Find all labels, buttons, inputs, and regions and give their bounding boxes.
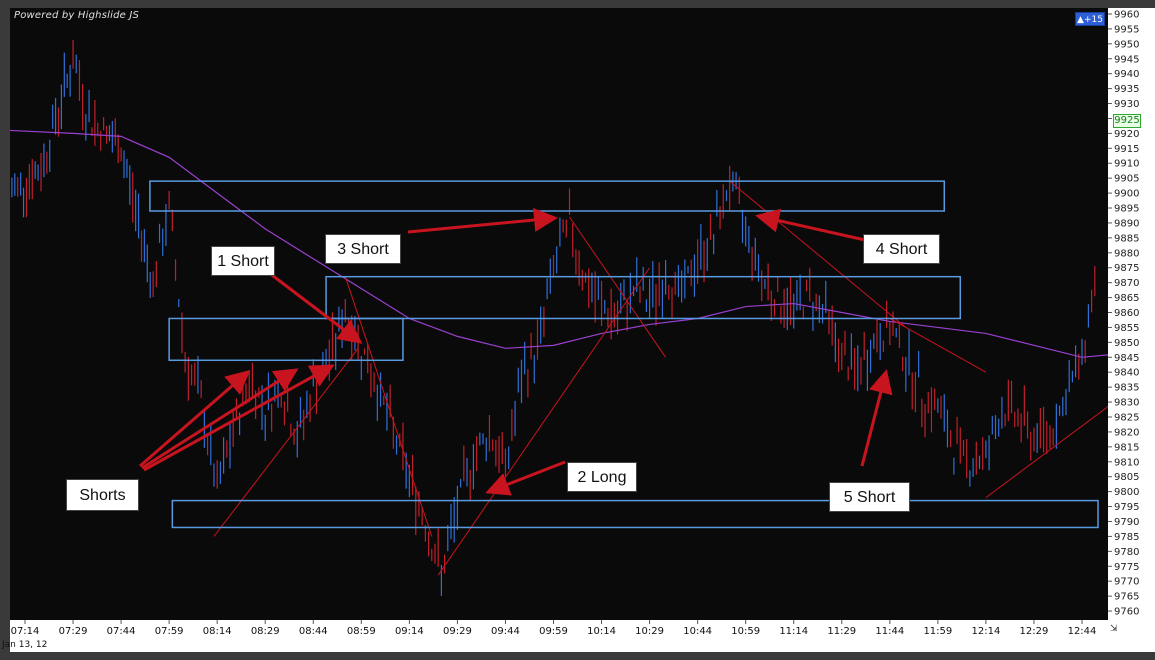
x-tick-label: 11:29 bbox=[827, 626, 856, 637]
y-tick-label: 9860 bbox=[1114, 308, 1139, 319]
annotation-arrow bbox=[860, 369, 893, 467]
x-tick-label: 10:44 bbox=[683, 626, 712, 637]
x-tick-label: 08:14 bbox=[203, 626, 232, 637]
zone-box bbox=[171, 499, 1099, 529]
moving-average-line bbox=[8, 129, 1115, 358]
y-tick-label: 9800 bbox=[1114, 487, 1139, 498]
annotation-arrow bbox=[755, 208, 866, 242]
y-axis-ticks: 9760 9765 9770 9775 9780 9785 9790 9795 9800 9805… bbox=[1108, 9, 1139, 618]
y-tick-label: 9910 bbox=[1114, 159, 1139, 170]
x-tick-label: 07:29 bbox=[59, 626, 88, 637]
y-tick-label: 9815 bbox=[1114, 442, 1139, 453]
x-tick-label: 07:14 bbox=[11, 626, 40, 637]
x-tick-label: 10:14 bbox=[587, 626, 616, 637]
annotation-arrow bbox=[141, 368, 299, 470]
y-tick-label: 9905 bbox=[1114, 174, 1139, 185]
y-tick-label: 9775 bbox=[1114, 562, 1139, 573]
y-tick-label: 9895 bbox=[1114, 204, 1139, 215]
plot-area[interactable] bbox=[8, 8, 1115, 620]
y-axis: 9760 9765 9770 9775 9780 9785 9790 9795 9800 9805… bbox=[1108, 8, 1155, 620]
x-tick-label: 07:44 bbox=[107, 626, 136, 637]
x-tick-label: 07:59 bbox=[155, 626, 184, 637]
y-tick-label: 9780 bbox=[1114, 547, 1139, 558]
up-arrow-icon: ▲ bbox=[1077, 15, 1084, 25]
x-axis: 07:14 07:29 07:44 07:59 08:14 08:29 08:44 08:59… bbox=[10, 620, 1108, 652]
last-price-badge: 9925 bbox=[1113, 114, 1141, 128]
y-tick-label: 9935 bbox=[1114, 84, 1139, 95]
trendline bbox=[344, 276, 433, 537]
trendline bbox=[569, 216, 667, 358]
x-tick-label: 11:44 bbox=[875, 626, 904, 637]
y-tick-label: 9820 bbox=[1114, 427, 1139, 438]
y-tick-label: 9945 bbox=[1114, 54, 1139, 65]
x-tick-label: 11:14 bbox=[779, 626, 808, 637]
x-tick-label: 10:59 bbox=[731, 626, 760, 637]
annotation-shorts: Shorts bbox=[66, 479, 139, 511]
price-chart[interactable] bbox=[8, 8, 1115, 620]
y-tick-label: 9785 bbox=[1114, 532, 1139, 543]
x-tick-label: 08:29 bbox=[251, 626, 280, 637]
y-tick-label: 9885 bbox=[1114, 233, 1139, 244]
x-tick-label: 08:44 bbox=[299, 626, 328, 637]
annotation-1-short: 1 Short bbox=[211, 246, 275, 276]
y-tick-label: 9845 bbox=[1114, 353, 1139, 364]
y-tick-label: 9760 bbox=[1114, 607, 1139, 618]
x-tick-label: 09:59 bbox=[539, 626, 568, 637]
y-tick-label: 9850 bbox=[1114, 338, 1139, 349]
x-tick-label: 12:44 bbox=[1068, 626, 1097, 637]
scroll-button-label: +15 bbox=[1083, 15, 1103, 25]
y-tick-label: 9795 bbox=[1114, 502, 1139, 513]
y-tick-label: 9950 bbox=[1114, 39, 1139, 50]
y-tick-label: 9900 bbox=[1114, 189, 1139, 200]
y-tick-label: 9830 bbox=[1114, 398, 1139, 409]
y-tick-label: 9875 bbox=[1114, 263, 1139, 274]
annotation-arrow bbox=[139, 370, 251, 468]
y-tick-label: 9805 bbox=[1114, 472, 1139, 483]
y-tick-label: 9915 bbox=[1114, 144, 1139, 155]
y-tick-label: 9825 bbox=[1114, 412, 1139, 423]
y-tick-label: 9880 bbox=[1114, 248, 1139, 259]
annotation-arrow bbox=[407, 208, 558, 234]
y-tick-label: 9765 bbox=[1114, 592, 1139, 603]
x-tick-label: 10:29 bbox=[635, 626, 664, 637]
x-tick-label: 09:29 bbox=[443, 626, 472, 637]
x-tick-label: 12:29 bbox=[1020, 626, 1049, 637]
x-tick-label: 09:14 bbox=[395, 626, 424, 637]
y-tick-label: 9810 bbox=[1114, 457, 1139, 468]
x-tick-label: 11:59 bbox=[923, 626, 952, 637]
y-tick-label: 9940 bbox=[1114, 69, 1139, 80]
y-tick-label: 9955 bbox=[1114, 24, 1139, 35]
y-tick-label: 9890 bbox=[1114, 218, 1139, 229]
y-tick-label: 9960 bbox=[1114, 9, 1139, 20]
y-tick-label: 9920 bbox=[1114, 129, 1139, 140]
annotation-5-short: 5 Short bbox=[829, 482, 910, 512]
annotation-3-short: 3 Short bbox=[325, 234, 401, 264]
trendline bbox=[889, 318, 987, 373]
scroll-right-button[interactable]: ▲+15 bbox=[1075, 12, 1105, 26]
annotation-4-short: 4 Short bbox=[863, 234, 940, 264]
y-tick-label: 9930 bbox=[1114, 99, 1139, 110]
y-tick-label: 9835 bbox=[1114, 383, 1139, 394]
date-label: Jan 13, 12 bbox=[2, 640, 48, 650]
x-tick-label: 09:44 bbox=[491, 626, 520, 637]
y-tick-label: 9870 bbox=[1114, 278, 1139, 289]
x-tick-label: 08:59 bbox=[347, 626, 376, 637]
y-tick-label: 9790 bbox=[1114, 517, 1139, 528]
powered-by-label: Powered by Highslide JS bbox=[14, 10, 140, 21]
y-tick-label: 9855 bbox=[1114, 323, 1139, 334]
y-tick-label: 9865 bbox=[1114, 293, 1139, 304]
zone-box bbox=[149, 180, 946, 212]
x-axis-ticks: 07:14 07:29 07:44 07:59 08:14 08:29 08:44 08:59… bbox=[11, 620, 1097, 637]
resize-grip-icon[interactable]: ⇲ bbox=[1110, 624, 1120, 634]
x-tick-label: 12:14 bbox=[971, 626, 1000, 637]
y-tick-label: 9770 bbox=[1114, 577, 1139, 588]
annotation-2-long: 2 Long bbox=[567, 462, 637, 492]
y-tick-label: 9840 bbox=[1114, 368, 1139, 379]
